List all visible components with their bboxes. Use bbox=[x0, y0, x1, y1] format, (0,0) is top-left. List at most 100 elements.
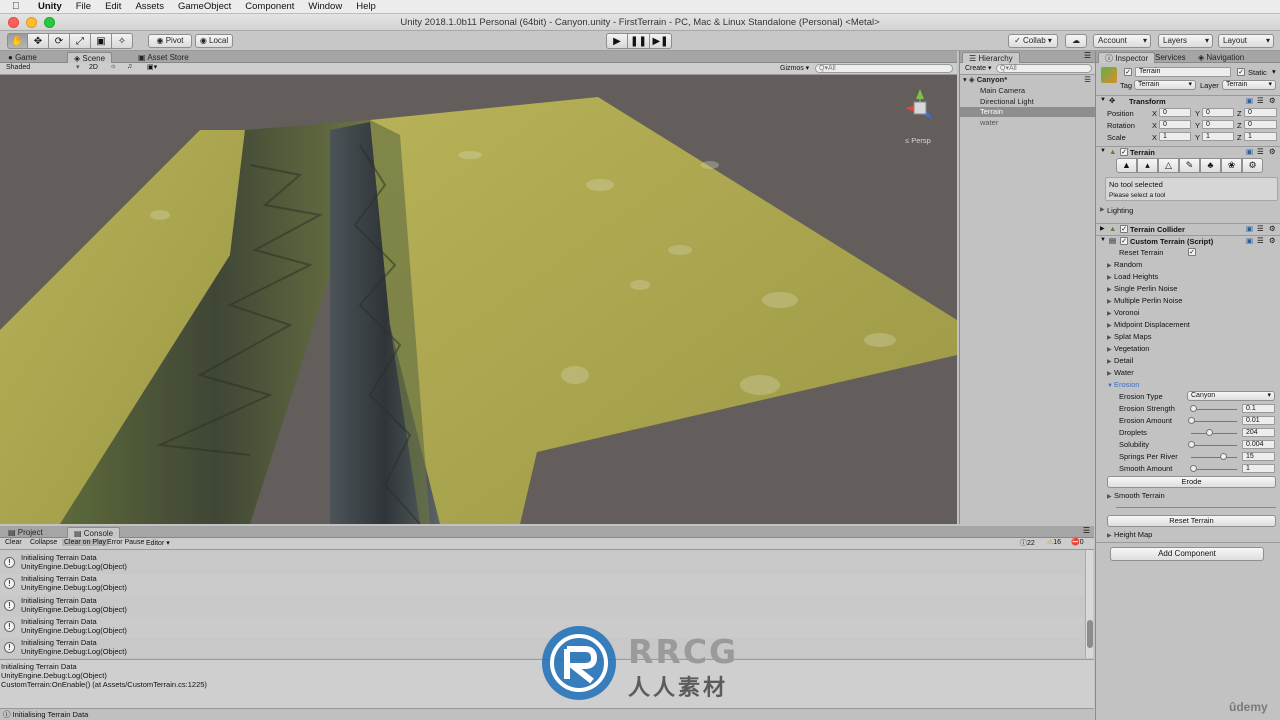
erosion-type-dropdown[interactable]: Canyon ▾ bbox=[1187, 391, 1275, 401]
menu-assets[interactable]: Assets bbox=[135, 1, 164, 12]
lighting-toggle-icon[interactable]: ☼ bbox=[110, 63, 116, 70]
reset-terrain-checkbox[interactable]: ✓ bbox=[1188, 248, 1196, 256]
menu-unity[interactable]: Unity bbox=[38, 1, 62, 12]
local-toggle[interactable]: ◉ Local bbox=[195, 34, 233, 48]
terrain-collider-header[interactable]: ▶ ▲ ✓ Terrain Collider ▣ ☰ ⚙ bbox=[1096, 223, 1280, 234]
scene-search-input[interactable]: Q▾All bbox=[815, 64, 953, 73]
step-icon[interactable]: ▶❚ bbox=[650, 33, 672, 49]
settings-gear-icon[interactable]: ⚙ bbox=[1269, 224, 1276, 233]
hierarchy-search-input[interactable]: Q▾All bbox=[996, 64, 1092, 73]
close-window-button[interactable] bbox=[8, 17, 19, 28]
erosion-param-value[interactable]: 0.01 bbox=[1242, 416, 1275, 425]
preset-icon[interactable]: ☰ bbox=[1257, 236, 1264, 245]
collider-enabled-checkbox[interactable]: ✓ bbox=[1120, 225, 1128, 233]
tab-game[interactable]: ● Game bbox=[2, 52, 43, 63]
collab-button[interactable]: ✓ Collab ▾ bbox=[1008, 34, 1058, 48]
menu-edit[interactable]: Edit bbox=[105, 1, 121, 12]
raise-terrain-icon[interactable]: ▲ bbox=[1116, 158, 1137, 173]
hierarchy-item-main-camera[interactable]: Main Camera bbox=[960, 86, 1095, 96]
script-enabled-checkbox[interactable]: ✓ bbox=[1120, 237, 1128, 245]
scrollbar-thumb[interactable] bbox=[1087, 620, 1093, 648]
terrain-enabled-checkbox[interactable]: ✓ bbox=[1120, 148, 1128, 156]
hierarchy-item-water[interactable]: water bbox=[960, 118, 1095, 128]
rotation-y-field[interactable]: 0 bbox=[1202, 120, 1234, 129]
help-icon[interactable]: ▣ bbox=[1246, 147, 1253, 156]
editor-dropdown[interactable]: Editor ▾ bbox=[146, 539, 170, 547]
hand-tool-icon[interactable]: ✋ bbox=[7, 33, 28, 49]
cloud-button[interactable]: ☁ bbox=[1065, 34, 1087, 48]
layout-dropdown[interactable]: Layout ▾ bbox=[1218, 34, 1274, 48]
pivot-toggle[interactable]: ◉ Pivot bbox=[148, 34, 192, 48]
rotation-x-field[interactable]: 0 bbox=[1159, 120, 1191, 129]
scene-view[interactable]: ≤ Persp bbox=[0, 75, 957, 524]
help-icon[interactable]: ▣ bbox=[1246, 96, 1253, 105]
position-z-field[interactable]: 0 bbox=[1244, 108, 1277, 117]
apple-icon[interactable]:  bbox=[12, 1, 26, 12]
hierarchy-item-terrain[interactable]: Terrain bbox=[960, 107, 1095, 117]
slider-knob[interactable] bbox=[1188, 417, 1195, 424]
log-entry[interactable]: ! Initialising Terrain Data UnityEngine.… bbox=[0, 553, 1084, 574]
foldout-smooth-terrain[interactable]: ▶ Smooth Terrain bbox=[1107, 491, 1165, 500]
erosion-param-slider[interactable] bbox=[1191, 421, 1237, 422]
slider-knob[interactable] bbox=[1220, 453, 1228, 460]
clear-on-play-toggle[interactable]: Clear on Play bbox=[62, 539, 109, 546]
menu-window[interactable]: Window bbox=[308, 1, 342, 12]
erosion-param-value[interactable]: 204 bbox=[1242, 428, 1275, 437]
menu-help[interactable]: Help bbox=[356, 1, 376, 12]
minimize-window-button[interactable] bbox=[26, 17, 37, 28]
slider-knob[interactable] bbox=[1188, 441, 1195, 448]
erosion-param-value[interactable]: 15 bbox=[1242, 452, 1275, 461]
error-count-toggle[interactable]: ⛔0 bbox=[1071, 538, 1084, 546]
create-dropdown[interactable]: Create ▾ bbox=[965, 64, 991, 72]
clear-button[interactable]: Clear bbox=[5, 539, 22, 546]
scale-z-field[interactable]: 1 bbox=[1244, 132, 1277, 141]
settings-gear-icon[interactable]: ⚙ bbox=[1269, 147, 1276, 156]
tab-project[interactable]: ▤ Project bbox=[2, 527, 49, 538]
active-checkbox[interactable]: ✓ bbox=[1124, 68, 1132, 76]
position-x-field[interactable]: 0 bbox=[1159, 108, 1191, 117]
console-scrollbar[interactable] bbox=[1085, 550, 1093, 658]
erosion-param-value[interactable]: 1 bbox=[1242, 464, 1275, 473]
foldout-random[interactable]: ▶ Random bbox=[1107, 260, 1142, 269]
preset-icon[interactable]: ☰ bbox=[1257, 147, 1264, 156]
panel-menu-icon[interactable]: ☰ bbox=[1084, 51, 1091, 60]
scale-tool-icon[interactable]: ⤢ bbox=[70, 33, 91, 49]
rect-tool-icon[interactable]: ▣ bbox=[91, 33, 112, 49]
static-arrow-icon[interactable]: ▾ bbox=[1272, 67, 1276, 76]
transform-tool-icon[interactable]: ✧ bbox=[112, 33, 133, 49]
erosion-param-slider[interactable] bbox=[1191, 469, 1237, 470]
tab-inspector[interactable]: ⓘ Inspector bbox=[1098, 52, 1156, 63]
foldout-splat-maps[interactable]: ▶ Splat Maps bbox=[1107, 332, 1152, 341]
erosion-param-value[interactable]: 0.004 bbox=[1242, 440, 1275, 449]
error-pause-toggle[interactable]: Error Pause bbox=[107, 539, 144, 546]
layer-dropdown[interactable]: Terrain ▾ bbox=[1222, 80, 1276, 90]
menu-component[interactable]: Component bbox=[245, 1, 294, 12]
foldout-detail[interactable]: ▶ Detail bbox=[1107, 356, 1133, 365]
tab-hierarchy[interactable]: ☰ Hierarchy bbox=[962, 52, 1020, 63]
terrain-settings-icon[interactable]: ⚙ bbox=[1242, 158, 1263, 173]
expand-arrow-icon[interactable]: ▶ bbox=[1100, 225, 1105, 232]
audio-toggle-icon[interactable]: ♫ bbox=[127, 63, 132, 70]
warn-count-toggle[interactable]: ⚠16 bbox=[1047, 538, 1061, 546]
terrain-component-header[interactable]: ▼ ▲ ✓ Terrain ▣ ☰ ⚙ bbox=[1096, 146, 1280, 157]
scale-y-field[interactable]: 1 bbox=[1202, 132, 1234, 141]
gizmos-dropdown[interactable]: Gizmos ▾ bbox=[780, 64, 809, 72]
persp-label[interactable]: ≤ Persp bbox=[905, 136, 931, 145]
expand-arrow-icon[interactable]: ▼ bbox=[1100, 148, 1106, 154]
foldout-load-heights[interactable]: ▶ Load Heights bbox=[1107, 272, 1158, 281]
mode-2d-toggle[interactable]: 2D bbox=[89, 64, 98, 71]
object-name-field[interactable]: Terrain bbox=[1135, 67, 1231, 77]
orientation-gizmo-icon[interactable] bbox=[895, 81, 945, 141]
log-entry[interactable]: ! Initialising Terrain Data UnityEngine.… bbox=[0, 596, 1084, 617]
expand-arrow-icon[interactable]: ▶ bbox=[1100, 206, 1105, 213]
scale-x-field[interactable]: 1 bbox=[1159, 132, 1191, 141]
paint-height-icon[interactable]: ▴ bbox=[1137, 158, 1158, 173]
lighting-foldout[interactable]: Lighting bbox=[1107, 206, 1133, 215]
preset-icon[interactable]: ☰ bbox=[1257, 96, 1264, 105]
menu-gameobject[interactable]: GameObject bbox=[178, 1, 231, 12]
expand-arrow-icon[interactable]: ▾ bbox=[963, 75, 967, 84]
tab-console[interactable]: ▤ Console bbox=[67, 527, 121, 538]
scene-root[interactable]: ▾ ◈ Canyon* ☰ bbox=[960, 75, 1095, 85]
paint-texture-icon[interactable]: ✎ bbox=[1179, 158, 1200, 173]
pause-icon[interactable]: ❚❚ bbox=[628, 33, 650, 49]
